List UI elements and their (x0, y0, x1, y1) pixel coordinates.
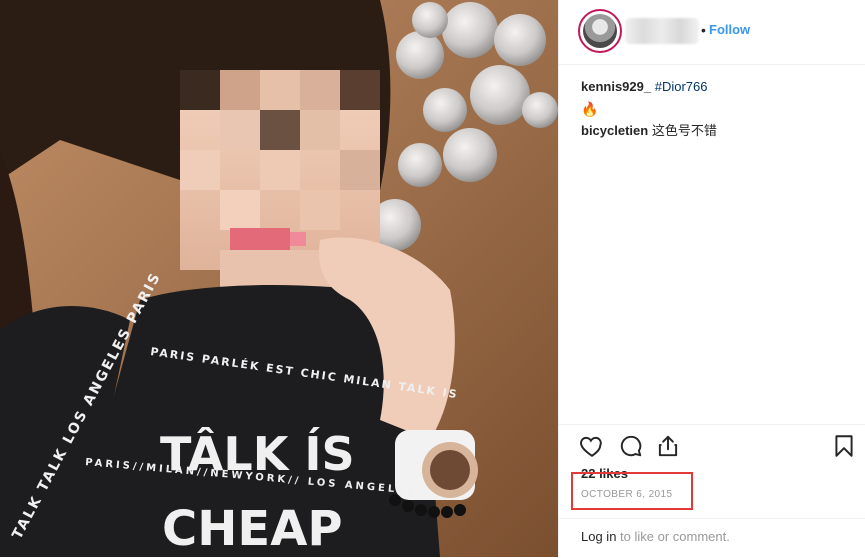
comment-emoji: 🔥 (581, 101, 599, 117)
post-footer: Log in to like or comment. (559, 518, 865, 558)
comment-icon[interactable] (618, 433, 644, 459)
comment-username[interactable]: bicycletien (581, 123, 648, 138)
follow-button[interactable]: Follow (709, 22, 750, 37)
post-header: • Follow (559, 0, 865, 65)
share-icon[interactable] (655, 433, 681, 459)
comment-hashtag[interactable]: #Dior766 (655, 79, 708, 94)
separator-dot: • (701, 22, 706, 38)
post-side-panel: • Follow kennis929_ #Dior766 🔥 bicycleti… (558, 0, 865, 557)
post-photo[interactable]: TÂLK ÍS CHEAP PARIS PARLÉK EST CHIC MILA… (0, 0, 558, 557)
avatar-image (583, 14, 617, 48)
photo-illustration: TÂLK ÍS CHEAP PARIS PARLÉK EST CHIC MILA… (0, 0, 558, 557)
actions-divider (559, 424, 865, 425)
login-prompt-text: to like or comment. (616, 529, 730, 544)
author-username-blurred[interactable] (625, 18, 699, 44)
login-link[interactable]: Log in (581, 529, 616, 544)
shirt-line2: CHEAP (162, 501, 343, 557)
heart-icon[interactable] (579, 433, 605, 459)
comment-item: bicycletien 这色号不错 (581, 122, 851, 140)
comments-list: kennis929_ #Dior766 🔥 bicycletien 这色号不错 (581, 78, 851, 144)
login-prompt: Log in to like or comment. (581, 529, 730, 544)
date-highlight-box (571, 472, 693, 510)
comment-text: 这色号不错 (651, 123, 717, 138)
instagram-post: TÂLK ÍS CHEAP PARIS PARLÉK EST CHIC MILA… (0, 0, 865, 557)
author-avatar[interactable] (578, 9, 622, 53)
comment-item: kennis929_ #Dior766 (581, 78, 851, 96)
comment-username[interactable]: kennis929_ (581, 79, 651, 94)
bookmark-icon[interactable] (831, 433, 857, 459)
